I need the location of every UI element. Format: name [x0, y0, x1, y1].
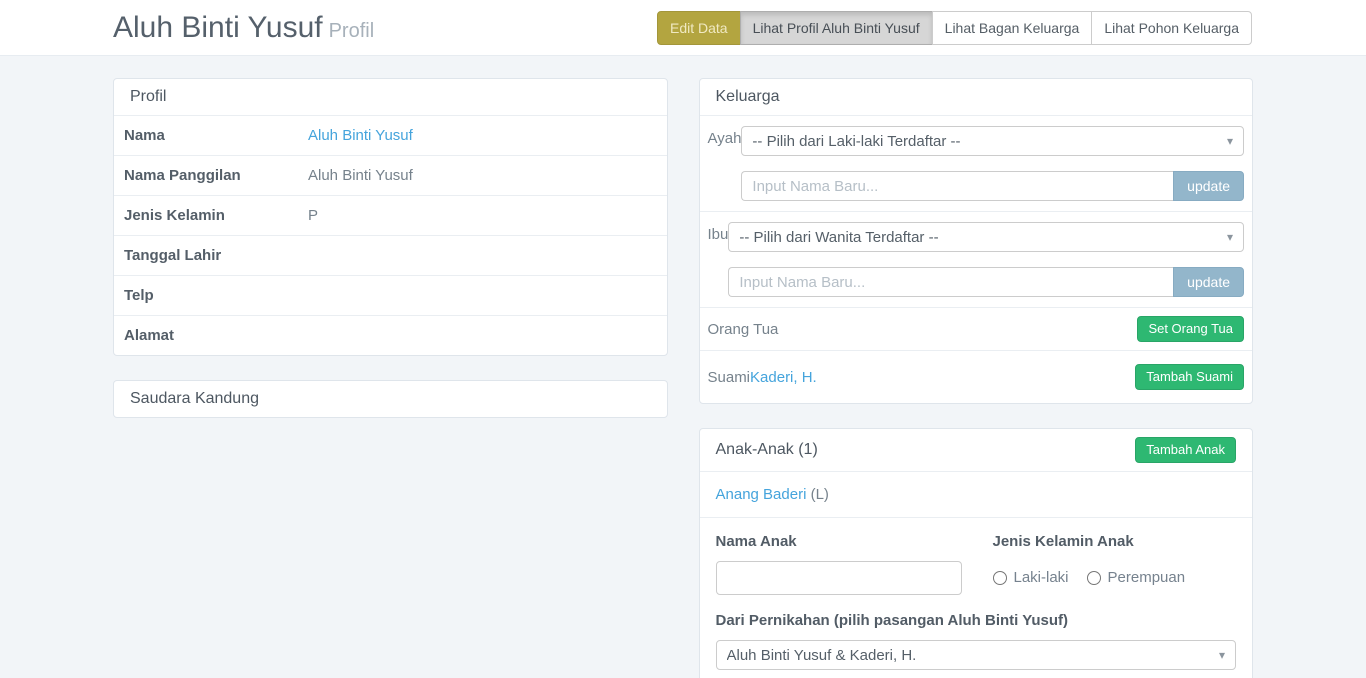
family-panel-title: Keluarga — [700, 79, 1253, 115]
view-family-tree-button[interactable]: Lihat Pohon Keluarga — [1091, 11, 1252, 45]
profile-row-label: Nama — [122, 125, 308, 146]
child-name-label: Nama Anak — [716, 533, 962, 551]
profile-row-value: Aluh Binti Yusuf — [308, 165, 659, 186]
profile-row-value: P — [308, 205, 659, 226]
page-header: Aluh Binti Yusuf Profil Edit Data Lihat P… — [0, 0, 1366, 56]
table-row: Tanggal Lahir — [114, 235, 667, 275]
father-label: Ayah — [708, 126, 742, 201]
table-row: Nama Aluh Binti Yusuf — [114, 115, 667, 155]
table-row: Jenis Kelamin P — [114, 195, 667, 235]
chevron-down-icon: ▾ — [1227, 134, 1233, 148]
gender-option-female[interactable]: Perempuan — [1087, 569, 1186, 586]
husband-row: Suami Kaderi, H. Tambah Suami — [700, 350, 1253, 403]
mother-row: Ibu -- Pilih dari Wanita Terdaftar -- ▾ … — [700, 211, 1253, 307]
profile-row-value — [308, 325, 659, 346]
table-row: Nama Panggilan Aluh Binti Yusuf — [114, 155, 667, 195]
gender-radio-male[interactable] — [993, 571, 1007, 585]
father-new-name-input[interactable] — [741, 171, 1173, 201]
table-row: Telp — [114, 275, 667, 315]
siblings-panel: Saudara Kandung — [113, 380, 668, 418]
child-name-link[interactable]: Anang Baderi — [716, 486, 807, 503]
father-row: Ayah -- Pilih dari Laki-laki Terdaftar -… — [700, 115, 1253, 211]
profile-row-value — [308, 245, 659, 266]
mother-new-name-group: update — [728, 267, 1244, 297]
profile-row-label: Jenis Kelamin — [122, 205, 308, 226]
set-parents-button[interactable]: Set Orang Tua — [1137, 316, 1244, 342]
page-title-block: Aluh Binti Yusuf Profil — [113, 11, 374, 45]
gender-option-female-label: Perempuan — [1108, 569, 1186, 586]
main-content: Profil Nama Aluh Binti Yusuf Nama Panggi… — [113, 78, 1253, 678]
father-new-name-group: update — [741, 171, 1244, 201]
profile-row-label: Telp — [122, 285, 308, 306]
children-panel-heading: Anak-Anak (1) Tambah Anak — [700, 429, 1253, 471]
husband-name-link[interactable]: Kaderi, H. — [750, 369, 817, 386]
left-column: Profil Nama Aluh Binti Yusuf Nama Panggi… — [113, 78, 668, 442]
profile-panel-title: Profil — [114, 79, 667, 115]
view-profile-button[interactable]: Lihat Profil Aluh Binti Yusuf — [740, 11, 933, 45]
profile-row-label: Nama Panggilan — [122, 165, 308, 186]
mother-update-button[interactable]: update — [1173, 267, 1244, 297]
children-panel-title: Anak-Anak (1) — [716, 440, 818, 460]
add-child-form: Nama Anak Jenis Kelamin Anak Laki-laki — [700, 517, 1253, 678]
child-name-input[interactable] — [716, 561, 962, 595]
gender-radio-female[interactable] — [1087, 571, 1101, 585]
child-gender-options: Laki-laki Perempuan — [993, 569, 1237, 586]
mother-select-value: -- Pilih dari Wanita Terdaftar -- — [739, 229, 938, 246]
right-column: Keluarga Ayah -- Pilih dari Laki-laki Te… — [699, 78, 1254, 678]
add-husband-button[interactable]: Tambah Suami — [1135, 364, 1244, 390]
edit-data-button[interactable]: Edit Data — [657, 11, 741, 45]
child-gender-label: Jenis Kelamin Anak — [993, 533, 1237, 551]
page-title: Aluh Binti Yusuf — [113, 11, 323, 44]
children-panel: Anak-Anak (1) Tambah Anak Anang Baderi (… — [699, 428, 1254, 678]
parents-label: Orang Tua — [708, 321, 779, 338]
profile-row-label: Alamat — [122, 325, 308, 346]
profile-row-value — [308, 285, 659, 306]
page-subtitle: Profil — [329, 20, 375, 42]
marriage-select[interactable]: Aluh Binti Yusuf & Kaderi, H. ▾ — [716, 640, 1237, 670]
mother-label: Ibu — [708, 222, 729, 297]
parents-row: Orang Tua Set Orang Tua — [700, 307, 1253, 350]
profile-panel: Profil Nama Aluh Binti Yusuf Nama Panggi… — [113, 78, 668, 356]
mother-select[interactable]: -- Pilih dari Wanita Terdaftar -- ▾ — [728, 222, 1244, 252]
profile-name-link[interactable]: Aluh Binti Yusuf — [308, 127, 413, 144]
table-row: Alamat — [114, 315, 667, 355]
view-family-chart-button[interactable]: Lihat Bagan Keluarga — [932, 11, 1093, 45]
chevron-down-icon: ▾ — [1227, 230, 1233, 244]
chevron-down-icon: ▾ — [1219, 648, 1225, 662]
mother-new-name-input[interactable] — [728, 267, 1173, 297]
gender-option-male[interactable]: Laki-laki — [993, 569, 1069, 586]
husband-label: Suami — [708, 369, 751, 386]
father-select-value: -- Pilih dari Laki-laki Terdaftar -- — [752, 133, 960, 150]
father-update-button[interactable]: update — [1173, 171, 1244, 201]
list-item: Anang Baderi (L) — [700, 471, 1253, 517]
marriage-label: Dari Pernikahan (pilih pasangan Aluh Bin… — [716, 612, 1237, 630]
view-nav-button-group: Edit Data Lihat Profil Aluh Binti Yusuf … — [657, 11, 1252, 45]
family-panel: Keluarga Ayah -- Pilih dari Laki-laki Te… — [699, 78, 1254, 404]
child-gender-suffix: (L) — [806, 486, 829, 503]
marriage-select-value: Aluh Binti Yusuf & Kaderi, H. — [727, 647, 917, 664]
siblings-panel-title: Saudara Kandung — [114, 381, 667, 417]
gender-option-male-label: Laki-laki — [1014, 569, 1069, 586]
add-child-button[interactable]: Tambah Anak — [1135, 437, 1236, 463]
father-select[interactable]: -- Pilih dari Laki-laki Terdaftar -- ▾ — [741, 126, 1244, 156]
profile-row-label: Tanggal Lahir — [122, 245, 308, 266]
